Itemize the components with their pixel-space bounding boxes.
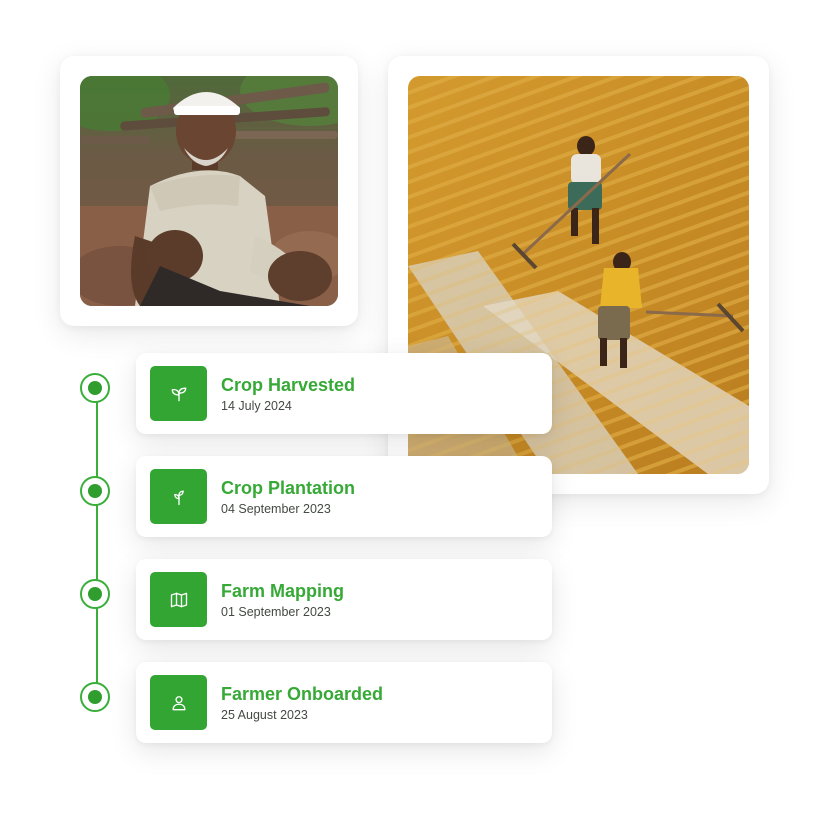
timeline-event-crop-harvested: Crop Harvested 14 July 2024 xyxy=(136,353,552,434)
map-icon xyxy=(150,572,207,627)
farmer-photo xyxy=(80,76,338,306)
timeline-line xyxy=(96,390,98,697)
event-title: Farmer Onboarded xyxy=(221,684,384,704)
seedling-icon xyxy=(150,469,207,524)
event-title: Farm Mapping xyxy=(221,581,345,601)
timeline-marker xyxy=(80,373,110,403)
timeline-event-crop-plantation: Crop Plantation 04 September 2023 xyxy=(136,456,552,537)
event-date: 01 September 2023 xyxy=(221,605,331,619)
timeline-event-farm-mapping: Farm Mapping 01 September 2023 xyxy=(136,559,552,640)
farmer-photo-card xyxy=(60,56,358,326)
user-icon xyxy=(150,675,207,730)
event-title: Crop Harvested xyxy=(221,375,356,395)
event-date: 25 August 2023 xyxy=(221,708,308,722)
farm-timeline-showcase: Crop Harvested 14 July 2024 Crop Plantat… xyxy=(0,0,829,820)
timeline-event-farmer-onboarded: Farmer Onboarded 25 August 2023 xyxy=(136,662,552,743)
timeline-marker xyxy=(80,476,110,506)
event-date: 14 July 2024 xyxy=(221,399,292,413)
event-title: Crop Plantation xyxy=(221,478,355,498)
timeline-marker xyxy=(80,682,110,712)
sprout-icon xyxy=(150,366,207,421)
timeline-marker xyxy=(80,579,110,609)
event-date: 04 September 2023 xyxy=(221,502,331,516)
